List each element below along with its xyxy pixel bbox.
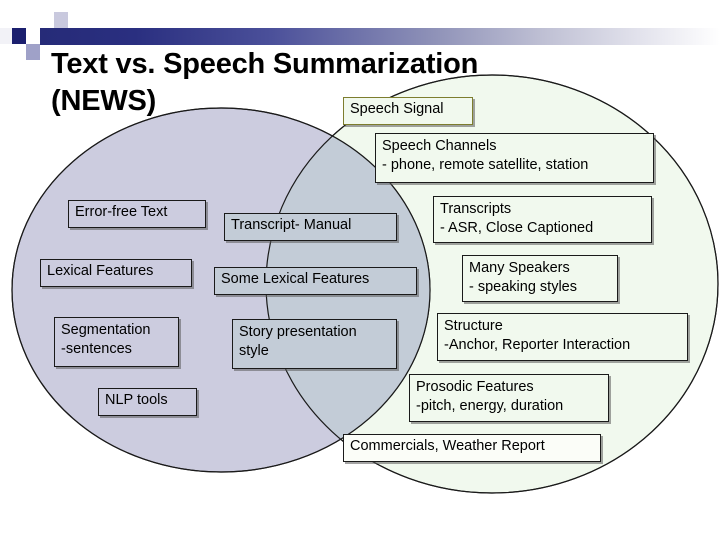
label-error-free-text: Error-free Text xyxy=(68,200,206,228)
label-segmentation: Segmentation -sentences xyxy=(54,317,179,367)
label-transcript-manual: Transcript- Manual xyxy=(224,213,397,241)
label-nlp-tools: NLP tools xyxy=(98,388,197,416)
label-speech-channels: Speech Channels - phone, remote satellit… xyxy=(375,133,654,183)
label-story-presentation-style: Story presentation style xyxy=(232,319,397,369)
label-some-lexical-features: Some Lexical Features xyxy=(214,267,417,295)
label-many-speakers: Many Speakers - speaking styles xyxy=(462,255,618,302)
label-speech-signal: Speech Signal xyxy=(343,97,473,125)
label-transcripts: Transcripts - ASR, Close Captioned xyxy=(433,196,652,243)
slide-canvas: Text vs. Speech Summarization (NEWS) Spe… xyxy=(0,0,720,540)
label-structure: Structure -Anchor, Reporter Interaction xyxy=(437,313,688,361)
label-commercials-weather-report: Commercials, Weather Report xyxy=(343,434,601,462)
label-prosodic-features: Prosodic Features -pitch, energy, durati… xyxy=(409,374,609,422)
label-lexical-features: Lexical Features xyxy=(40,259,192,287)
